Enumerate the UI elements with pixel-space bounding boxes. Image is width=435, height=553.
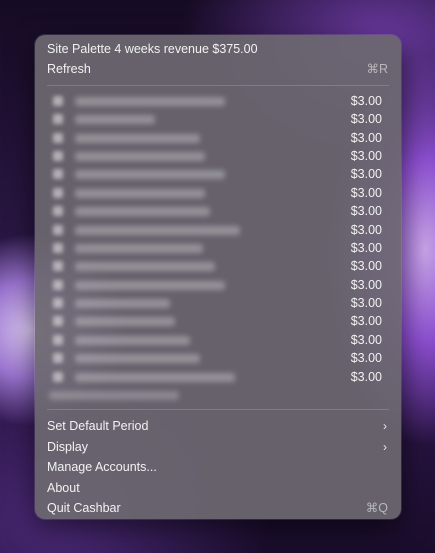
check-icon [53, 371, 63, 382]
check-icon [53, 316, 63, 327]
redacted-name [75, 225, 240, 235]
redacted-name [75, 280, 225, 290]
redacted-name [75, 151, 205, 161]
transaction-amount: $3.00 [350, 351, 382, 366]
redacted-name [75, 133, 200, 143]
manage-accounts-label: Manage Accounts... [47, 460, 157, 475]
transaction-amount: $3.00 [350, 369, 382, 384]
set-default-period-menu-item[interactable]: Set Default Period › [35, 416, 401, 436]
check-icon [53, 169, 63, 180]
check-icon [53, 224, 63, 235]
manage-accounts-menu-item[interactable]: Manage Accounts... [35, 457, 401, 477]
separator [47, 84, 389, 86]
transaction-amount: $3.00 [350, 314, 382, 329]
refresh-shortcut: ⌘R [366, 62, 388, 77]
chevron-right-icon: › [383, 419, 387, 434]
redacted-name [75, 262, 215, 272]
transaction-amount: $3.00 [350, 148, 382, 163]
check-icon [53, 187, 63, 198]
redacted-name [75, 115, 155, 125]
transaction-amount: $3.00 [350, 112, 382, 127]
check-icon [53, 353, 63, 364]
transaction-row[interactable]: $3.00 [35, 92, 401, 110]
redacted-name [75, 188, 205, 198]
redacted-more-label [49, 391, 179, 401]
about-label: About [47, 480, 80, 495]
redacted-name [75, 96, 225, 106]
quit-label: Quit Cashbar [47, 500, 121, 515]
check-icon [53, 150, 63, 161]
transaction-amount: $3.00 [350, 167, 382, 182]
check-icon [53, 242, 63, 253]
transaction-row[interactable]: $3.00 [35, 129, 401, 147]
transaction-row[interactable]: $3.00 [35, 349, 401, 367]
transaction-amount: $3.00 [350, 204, 382, 219]
check-icon [53, 95, 63, 106]
redacted-name [75, 243, 203, 253]
more-transactions-item[interactable] [35, 386, 401, 404]
display-label: Display [47, 439, 88, 454]
transaction-row[interactable]: $3.00 [35, 184, 401, 202]
header-revenue-label: Site Palette 4 weeks revenue $375.00 [47, 42, 258, 56]
transaction-amount: $3.00 [350, 185, 382, 200]
header-revenue-item[interactable]: Site Palette 4 weeks revenue $375.00 [35, 39, 401, 59]
redacted-name [75, 335, 190, 345]
check-icon [53, 298, 63, 309]
redacted-name [75, 372, 235, 382]
separator [47, 409, 389, 411]
redacted-name [75, 317, 175, 327]
transaction-amount: $3.00 [350, 222, 382, 237]
chevron-right-icon: › [383, 439, 387, 454]
transaction-row[interactable]: $3.00 [35, 165, 401, 183]
check-icon [53, 114, 63, 125]
quit-shortcut: ⌘Q [365, 500, 388, 515]
display-menu-item[interactable]: Display › [35, 437, 401, 457]
transaction-row[interactable]: $3.00 [35, 221, 401, 239]
transaction-row[interactable]: $3.00 [35, 257, 401, 275]
transaction-amount: $3.00 [350, 296, 382, 311]
transaction-row[interactable]: $3.00 [35, 239, 401, 257]
refresh-menu-item[interactable]: Refresh ⌘R [35, 59, 401, 79]
check-icon [53, 334, 63, 345]
transaction-row[interactable]: $3.00 [35, 110, 401, 128]
transaction-row[interactable]: $3.00 [35, 312, 401, 330]
transaction-list: $3.00 $3.00 $3.00 $3.00 $3.00 $3.00 $3.0… [35, 92, 401, 405]
redacted-name [75, 354, 200, 364]
transaction-row[interactable]: $3.00 [35, 202, 401, 220]
transaction-row[interactable]: $3.00 [35, 147, 401, 165]
check-icon [53, 279, 63, 290]
cashbar-menu: Site Palette 4 weeks revenue $375.00 Ref… [35, 35, 401, 519]
check-icon [53, 206, 63, 217]
transaction-amount: $3.00 [350, 93, 382, 108]
transaction-row[interactable]: $3.00 [35, 276, 401, 294]
transaction-amount: $3.00 [350, 277, 382, 292]
quit-menu-item[interactable]: Quit Cashbar ⌘Q [35, 498, 401, 518]
redacted-name [75, 299, 170, 309]
transaction-amount: $3.00 [350, 130, 382, 145]
transaction-row[interactable]: $3.00 [35, 331, 401, 349]
transaction-row[interactable]: $3.00 [35, 368, 401, 386]
set-default-period-label: Set Default Period [47, 419, 149, 434]
check-icon [53, 132, 63, 143]
transaction-amount: $3.00 [350, 259, 382, 274]
transaction-row[interactable]: $3.00 [35, 294, 401, 312]
refresh-label: Refresh [47, 62, 91, 77]
redacted-name [75, 207, 210, 217]
redacted-name [75, 170, 225, 180]
transaction-amount: $3.00 [350, 332, 382, 347]
check-icon [53, 261, 63, 272]
about-menu-item[interactable]: About [35, 478, 401, 498]
transaction-amount: $3.00 [350, 240, 382, 255]
